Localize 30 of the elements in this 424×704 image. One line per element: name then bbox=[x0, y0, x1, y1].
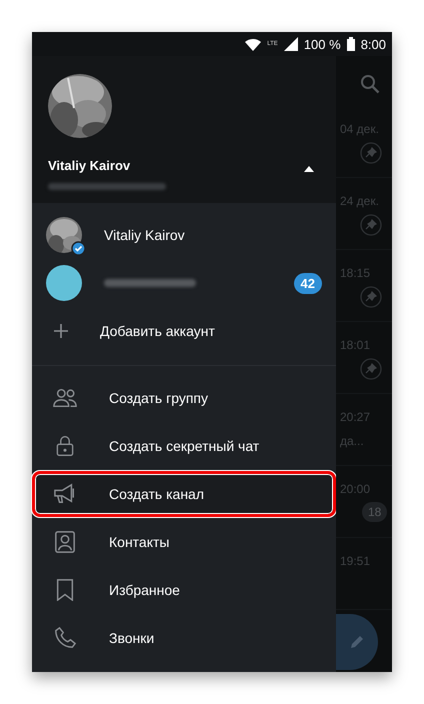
people-icon bbox=[53, 387, 77, 409]
profile-name: Vitaliy Kairov bbox=[48, 158, 130, 173]
pin-icon bbox=[360, 358, 382, 380]
menu-item[interactable]: Избранное bbox=[34, 567, 334, 613]
account-item[interactable]: Vitaliy Kairov bbox=[32, 211, 336, 259]
pin-icon bbox=[360, 142, 382, 164]
collapse-arrow-icon[interactable] bbox=[304, 166, 314, 172]
unread-badge: 42 bbox=[294, 272, 322, 294]
menu-item[interactable]: Создать канал bbox=[32, 471, 336, 517]
signal-icon bbox=[284, 37, 298, 51]
pin-icon bbox=[360, 286, 382, 308]
contact-icon bbox=[53, 531, 77, 553]
wifi-icon bbox=[245, 38, 262, 50]
account-name: Vitaliy Kairov bbox=[104, 227, 185, 243]
menu-item[interactable]: Звонки bbox=[34, 615, 334, 661]
phone-icon bbox=[53, 627, 77, 649]
pin-icon bbox=[360, 214, 382, 236]
battery-percent: 100 % bbox=[304, 36, 341, 52]
check-icon bbox=[71, 241, 86, 256]
plus-icon bbox=[54, 324, 68, 338]
add-account-button[interactable]: Добавить аккаунт bbox=[32, 307, 336, 355]
battery-icon bbox=[346, 37, 355, 51]
menu-item[interactable]: Создать группу bbox=[34, 375, 334, 421]
clock: 8:00 bbox=[360, 36, 386, 52]
compose-button[interactable] bbox=[336, 614, 378, 670]
search-icon[interactable] bbox=[360, 74, 380, 94]
megaphone-icon bbox=[53, 483, 77, 505]
pencil-icon bbox=[349, 634, 365, 650]
menu-item[interactable]: Контакты bbox=[34, 519, 334, 565]
menu-item[interactable]: Создать секретный чат bbox=[34, 423, 334, 469]
